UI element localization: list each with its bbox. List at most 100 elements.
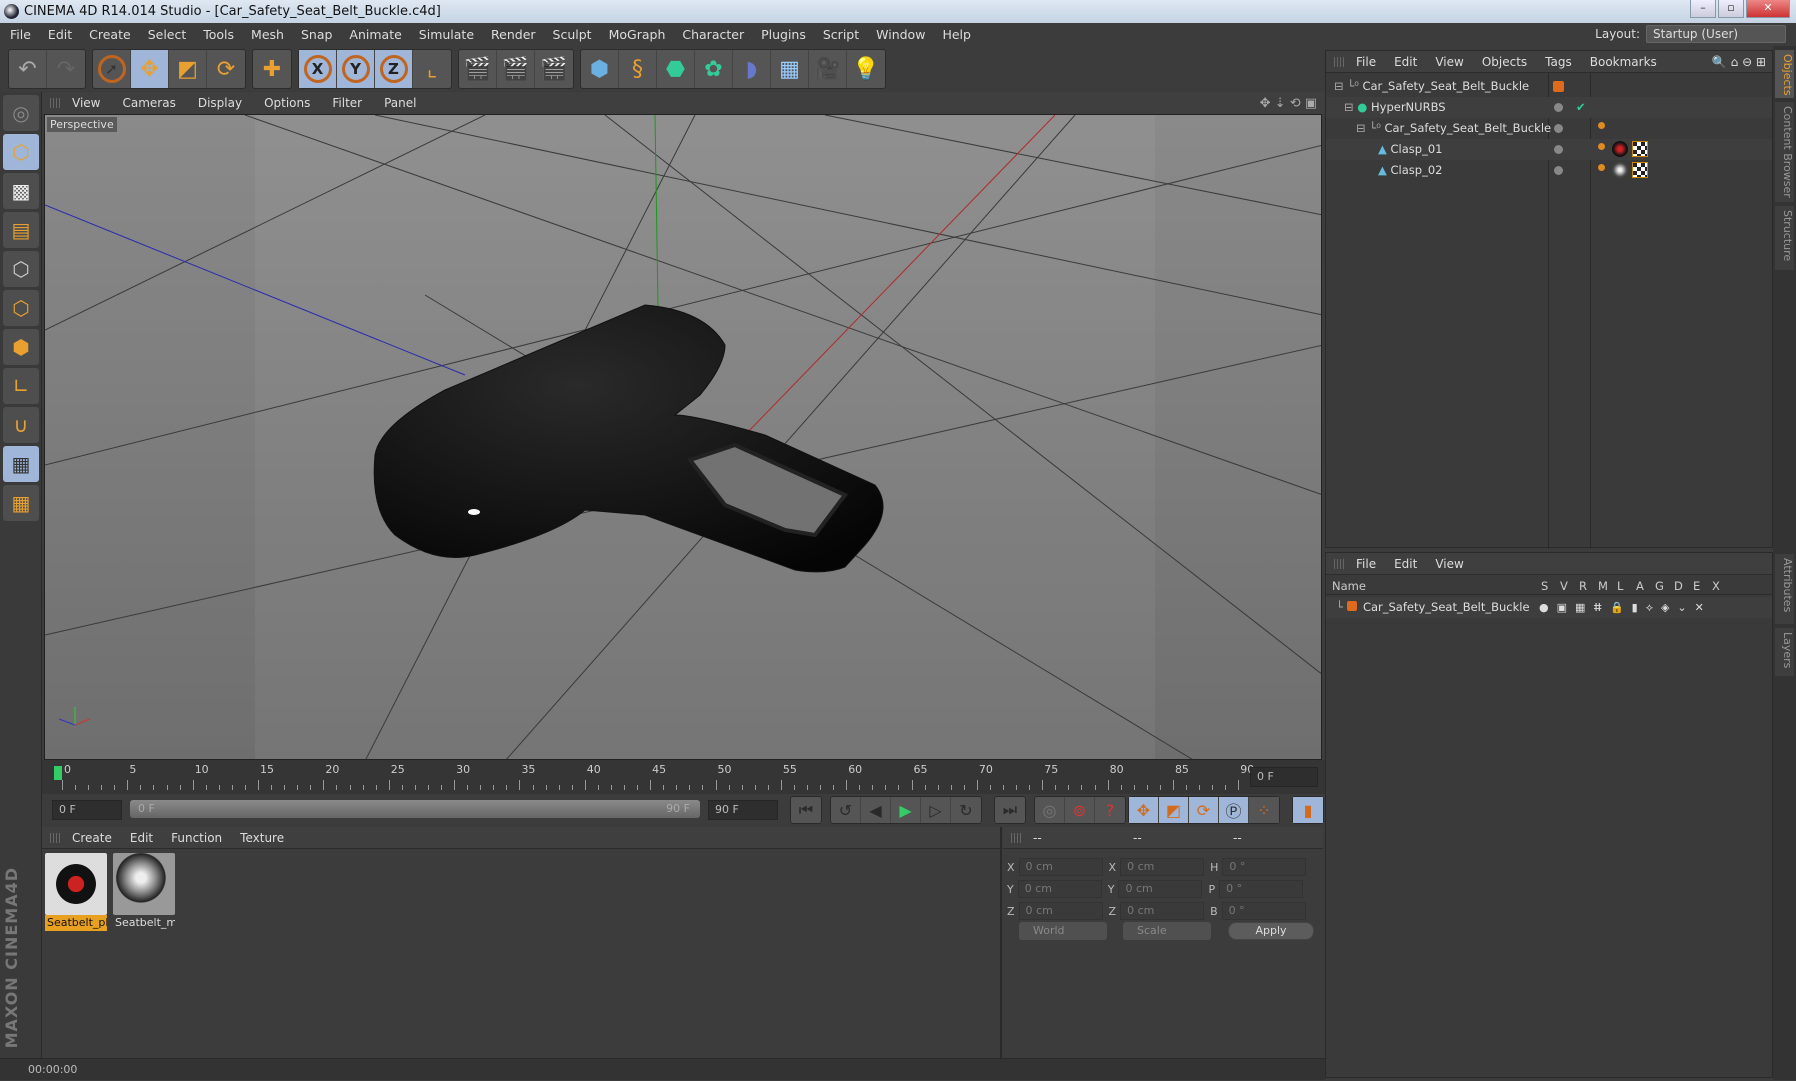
viewport-menu-cameras[interactable]: Cameras <box>122 96 175 110</box>
object-row[interactable]: ▲ Clasp_02 <box>1326 160 1772 181</box>
material-menu-function[interactable]: Function <box>171 831 222 845</box>
menu-mograph[interactable]: MoGraph <box>609 27 666 42</box>
layout-dropdown[interactable]: Startup (User) <box>1646 25 1786 43</box>
object-row[interactable]: ⊟ └⁰ Car_Safety_Seat_Belt_Buckle <box>1326 76 1772 97</box>
menu-select[interactable]: Select <box>148 27 187 42</box>
key-parameter-icon[interactable]: Ⓟ <box>1219 797 1249 823</box>
objects-menu-edit[interactable]: Edit <box>1394 55 1417 69</box>
objects-menu-bookmarks[interactable]: Bookmarks <box>1590 55 1657 69</box>
layers-menu-file[interactable]: File <box>1356 557 1376 571</box>
workplane-lock-icon[interactable]: ▦ <box>3 446 39 482</box>
next-frame-icon[interactable]: ▷ <box>921 797 951 823</box>
x-axis-lock-icon[interactable]: X <box>299 50 337 88</box>
rotate-tool-icon[interactable]: ⟳ <box>207 50 245 88</box>
column-render[interactable]: R <box>1579 579 1587 593</box>
layers-menu-edit[interactable]: Edit <box>1394 557 1417 571</box>
grip-icon[interactable] <box>1334 57 1346 67</box>
timeline-ruler[interactable]: 0 5 10 15 20 25 30 35 40 45 50 55 60 65 70 75 80 85 90 0 F <box>42 760 1325 794</box>
objects-menu-file[interactable]: File <box>1356 55 1376 69</box>
recent-tool-icon[interactable]: ✚ <box>253 50 291 88</box>
phong-tag-icon[interactable] <box>1598 164 1605 171</box>
column-manager[interactable]: M <box>1598 579 1608 593</box>
undo-icon[interactable]: ↶ <box>9 50 47 88</box>
next-key-icon[interactable]: ↻ <box>951 797 981 823</box>
tab-structure[interactable]: Structure <box>1775 206 1794 270</box>
render-view-icon[interactable]: 🎬 <box>459 50 497 88</box>
menu-window[interactable]: Window <box>876 27 925 42</box>
rotation-p-field[interactable]: 0 ° <box>1219 880 1304 898</box>
material-tag-icon[interactable] <box>1612 141 1628 157</box>
grip-icon[interactable] <box>1011 833 1023 843</box>
camera-icon[interactable]: 🎥 <box>809 50 847 88</box>
go-to-start-icon[interactable]: ⏮ <box>791 797 821 823</box>
select-tool-icon[interactable]: ➚ <box>93 50 131 88</box>
coordinate-system-icon[interactable]: ⌞ <box>413 50 451 88</box>
column-deformers[interactable]: D <box>1674 579 1683 593</box>
objects-menu-view[interactable]: View <box>1435 55 1463 69</box>
menu-sculpt[interactable]: Sculpt <box>553 27 592 42</box>
material-swatch[interactable]: Seatbelt_m <box>113 853 175 931</box>
close-button[interactable]: ✕ <box>1746 0 1790 18</box>
workplane-icon[interactable]: ▦ <box>3 485 39 521</box>
material-menu-texture[interactable]: Texture <box>240 831 284 845</box>
redo-icon[interactable]: ↷ <box>47 50 85 88</box>
previous-key-icon[interactable]: ↺ <box>831 797 861 823</box>
menu-plugins[interactable]: Plugins <box>761 27 806 42</box>
column-visible[interactable]: V <box>1560 579 1568 593</box>
phong-tag-icon[interactable] <box>1598 122 1605 129</box>
maximize-button[interactable]: ▫ <box>1718 0 1744 18</box>
edges-mode-icon[interactable]: ⬡ <box>3 290 39 326</box>
column-locked[interactable]: L <box>1617 579 1623 593</box>
position-z-field[interactable]: 0 cm <box>1018 902 1103 920</box>
tab-layers[interactable]: Layers <box>1775 628 1794 676</box>
axis-mode-icon[interactable]: ∟ <box>3 368 39 404</box>
object-row[interactable]: ⊟ ● HyperNURBS ✔ <box>1326 97 1772 118</box>
object-row[interactable]: ▲ Clasp_01 <box>1326 139 1772 160</box>
viewport-menu-options[interactable]: Options <box>264 96 310 110</box>
visibility-dot[interactable] <box>1554 166 1563 175</box>
end-frame-field[interactable]: 90 F <box>708 800 778 820</box>
menu-file[interactable]: File <box>10 27 31 42</box>
cube-icon[interactable]: ⬢ <box>581 50 619 88</box>
enabled-check-icon[interactable]: ✔ <box>1576 97 1586 118</box>
scale-tool-icon[interactable]: ◩ <box>169 50 207 88</box>
position-x-field[interactable]: 0 cm <box>1018 858 1103 876</box>
texture-mode-icon[interactable]: ▩ <box>3 173 39 209</box>
z-axis-lock-icon[interactable]: Z <box>375 50 413 88</box>
menu-render[interactable]: Render <box>491 27 536 42</box>
menu-mesh[interactable]: Mesh <box>251 27 284 42</box>
play-icon[interactable]: ▶ <box>891 797 921 823</box>
column-expressions[interactable]: E <box>1693 579 1700 593</box>
current-frame-field[interactable]: 0 F <box>1250 767 1318 787</box>
snap-magnet-icon[interactable]: ∪ <box>3 407 39 443</box>
key-rotation-icon[interactable]: ⟳ <box>1189 797 1219 823</box>
render-settings-icon[interactable]: 🎬 <box>535 50 573 88</box>
menu-character[interactable]: Character <box>682 27 744 42</box>
layer-color-swatch[interactable] <box>1553 81 1564 92</box>
viewport-menu-display[interactable]: Display <box>198 96 242 110</box>
grip-icon[interactable] <box>1334 559 1346 569</box>
polygons-mode-icon[interactable]: ⬢ <box>3 329 39 365</box>
column-animation[interactable]: A <box>1636 579 1644 593</box>
points-mode-icon[interactable]: ⬡ <box>3 251 39 287</box>
position-y-field[interactable]: 0 cm <box>1017 880 1102 898</box>
frame-range-slider[interactable]: 0 F 90 F <box>130 800 700 818</box>
material-menu-create[interactable]: Create <box>72 831 112 845</box>
minimize-button[interactable]: – <box>1690 0 1716 18</box>
menu-animate[interactable]: Animate <box>349 27 401 42</box>
light-icon[interactable]: 💡 <box>847 50 885 88</box>
column-solo[interactable]: S <box>1541 579 1548 593</box>
tab-objects[interactable]: Objects <box>1775 50 1794 98</box>
layer-color-swatch[interactable] <box>1346 601 1357 611</box>
move-tool-icon[interactable]: ✥ <box>131 50 169 88</box>
visibility-dot[interactable] <box>1554 145 1563 154</box>
layer-row[interactable]: └ Car_Safety_Seat_Belt_Buckle ●▣▦ⵌ🔒▮⟡◈⌄✕ <box>1326 597 1772 618</box>
key-scale-icon[interactable]: ◩ <box>1159 797 1189 823</box>
material-tag-icon[interactable] <box>1612 162 1628 178</box>
grip-icon[interactable] <box>50 98 62 108</box>
objects-menu-tags[interactable]: Tags <box>1545 55 1572 69</box>
tab-content-browser[interactable]: Content Browser <box>1775 102 1794 202</box>
record-disabled-icon[interactable]: ◎ <box>1035 797 1065 823</box>
render-picture-viewer-icon[interactable]: 🎬 <box>497 50 535 88</box>
menu-edit[interactable]: Edit <box>48 27 72 42</box>
